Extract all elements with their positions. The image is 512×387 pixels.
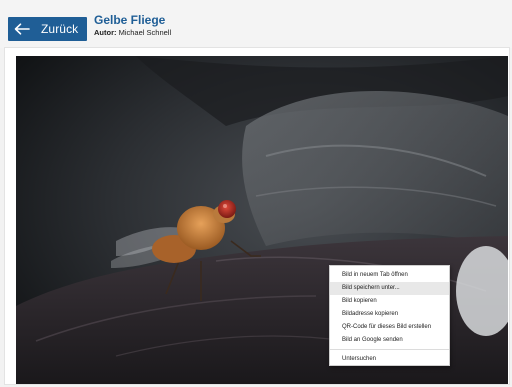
context-menu: Bild in neuem Tab öffnen Bild speichern … [329, 265, 450, 366]
menu-item-send-google[interactable]: Bild an Google senden [330, 334, 449, 347]
menu-item-open-new-tab[interactable]: Bild in neuem Tab öffnen [330, 269, 449, 282]
menu-item-copy-image[interactable]: Bild kopieren [330, 295, 449, 308]
back-button[interactable]: Zurück [8, 17, 87, 41]
menu-item-qr-code[interactable]: QR-Code für dieses Bild erstellen [330, 321, 449, 334]
menu-item-copy-address[interactable]: Bildadresse kopieren [330, 308, 449, 321]
menu-item-save-image[interactable]: Bild speichern unter... [330, 282, 449, 295]
arrow-left-icon [14, 22, 32, 36]
author-label: Autor: [94, 28, 117, 37]
header-bar: Zurück Gelbe Fliege Autor: Michael Schne… [0, 0, 512, 48]
menu-item-inspect[interactable]: Untersuchen [330, 353, 449, 366]
page-title: Gelbe Fliege [94, 13, 166, 27]
menu-separator [330, 349, 449, 350]
back-button-label: Zurück [41, 22, 79, 36]
author-line: Autor: Michael Schnell [94, 27, 171, 38]
title-block: Gelbe Fliege Autor: Michael Schnell [94, 14, 171, 38]
author-name: Michael Schnell [118, 28, 172, 37]
